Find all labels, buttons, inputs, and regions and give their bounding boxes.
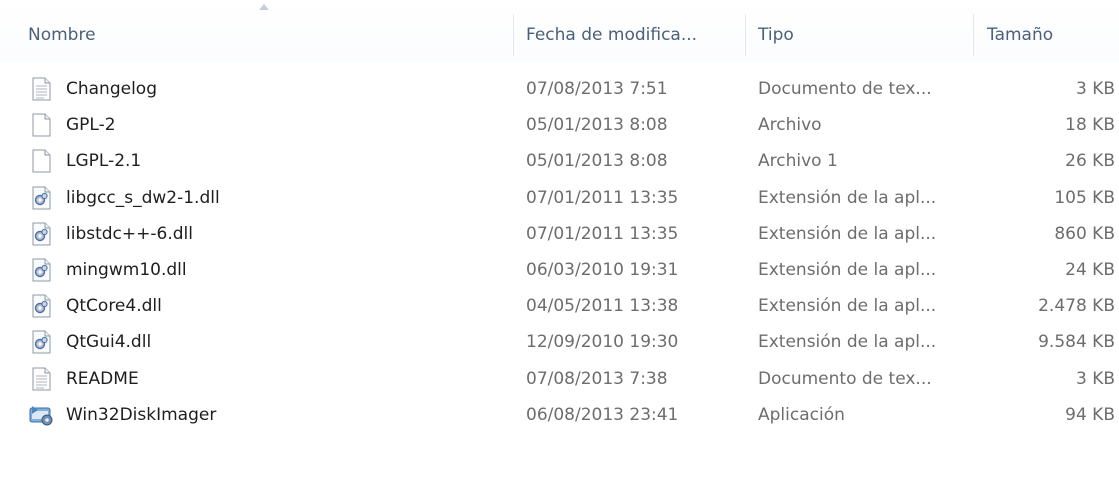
file-modified-date: 07/01/2011 13:35 bbox=[526, 187, 679, 208]
blank-file-icon bbox=[28, 148, 54, 174]
file-size: 860 KB bbox=[1054, 223, 1115, 244]
dll-file-icon bbox=[28, 257, 54, 283]
file-name: QtGui4.dll bbox=[66, 332, 152, 353]
column-header-size[interactable]: Tamaño bbox=[987, 20, 1053, 50]
file-modified-date: 12/09/2010 19:30 bbox=[526, 332, 679, 353]
sort-arrow-icon bbox=[259, 4, 269, 10]
file-row[interactable]: libstdc++-6.dll 07/01/2011 13:35 Extensión… bbox=[20, 217, 1116, 251]
column-divider[interactable] bbox=[745, 14, 746, 56]
file-row[interactable]: Changelog 07/08/2013 7:51 Documento de tex… bbox=[20, 72, 1116, 106]
file-name: libstdc++-6.dll bbox=[66, 223, 193, 244]
text-document-icon bbox=[28, 366, 54, 392]
file-size: 26 KB bbox=[1065, 151, 1115, 172]
file-size: 3 KB bbox=[1075, 79, 1115, 99]
file-name: mingwm10.dll bbox=[66, 260, 187, 280]
file-modified-date: 06/03/2010 19:31 bbox=[526, 260, 679, 280]
file-row[interactable]: QtGui4.dll 12/09/2010 19:30 Extensión de l… bbox=[20, 325, 1116, 359]
file-size: 3 KB bbox=[1075, 368, 1115, 389]
file-row[interactable]: LGPL-2.1 05/01/2013 8:08 Archivo 1 26 KB bbox=[20, 144, 1116, 178]
file-modified-date: 07/01/2011 13:35 bbox=[526, 223, 679, 244]
file-size: 9.584 KB bbox=[1038, 332, 1115, 353]
file-name: libgcc_s_dw2-1.dll bbox=[66, 187, 220, 208]
file-row[interactable]: mingwm10.dll 06/03/2010 19:31 Extensión de… bbox=[20, 253, 1116, 287]
application-icon bbox=[28, 402, 54, 428]
text-document-icon bbox=[28, 76, 54, 102]
file-row[interactable]: libgcc_s_dw2-1.dll 07/01/2011 13:35 Extens… bbox=[20, 181, 1116, 215]
column-divider[interactable] bbox=[513, 14, 514, 56]
file-row[interactable]: GPL-2 05/01/2013 8:08 Archivo 18 KB bbox=[20, 108, 1116, 142]
column-header-bar: Nombre Fecha de modifica... Tipo Tamaño bbox=[0, 0, 1119, 62]
file-row[interactable]: Win32DiskImager 06/08/2013 23:41 Aplicació… bbox=[20, 398, 1116, 432]
column-header-date[interactable]: Fecha de modifica... bbox=[526, 20, 697, 50]
file-row[interactable]: QtCore4.dll 04/05/2011 13:38 Extensión de … bbox=[20, 289, 1116, 323]
file-modified-date: 05/01/2013 8:08 bbox=[526, 151, 668, 172]
blank-file-icon bbox=[28, 112, 54, 138]
file-row[interactable]: README 07/08/2013 7:38 Documento de tex...… bbox=[20, 362, 1116, 396]
file-name: Win32DiskImager bbox=[66, 404, 217, 425]
file-name: LGPL-2.1 bbox=[66, 151, 142, 172]
file-modified-date: 06/08/2013 23:41 bbox=[526, 404, 679, 425]
file-size: 2.478 KB bbox=[1038, 296, 1115, 317]
dll-file-icon bbox=[28, 221, 54, 247]
file-size: 105 KB bbox=[1054, 187, 1115, 208]
file-name: QtCore4.dll bbox=[66, 296, 162, 317]
column-header-name[interactable]: Nombre bbox=[28, 20, 96, 50]
column-header-type[interactable]: Tipo bbox=[758, 20, 794, 50]
file-name: Changelog bbox=[66, 79, 158, 99]
dll-file-icon bbox=[28, 185, 54, 211]
file-name: README bbox=[66, 368, 139, 389]
file-modified-date: 07/08/2013 7:51 bbox=[526, 79, 668, 99]
file-size: 18 KB bbox=[1065, 115, 1115, 136]
column-divider[interactable] bbox=[973, 14, 974, 56]
file-list-view: Nombre Fecha de modifica... Tipo Tamaño … bbox=[0, 0, 1119, 488]
file-modified-date: 07/08/2013 7:38 bbox=[526, 368, 668, 389]
file-modified-date: 05/01/2013 8:08 bbox=[526, 115, 668, 136]
file-size: 24 KB bbox=[1065, 260, 1115, 280]
file-size: 94 KB bbox=[1065, 404, 1115, 425]
file-modified-date: 04/05/2011 13:38 bbox=[526, 296, 679, 317]
dll-file-icon bbox=[28, 293, 54, 319]
dll-file-icon bbox=[28, 329, 54, 355]
file-name: GPL-2 bbox=[66, 115, 116, 136]
